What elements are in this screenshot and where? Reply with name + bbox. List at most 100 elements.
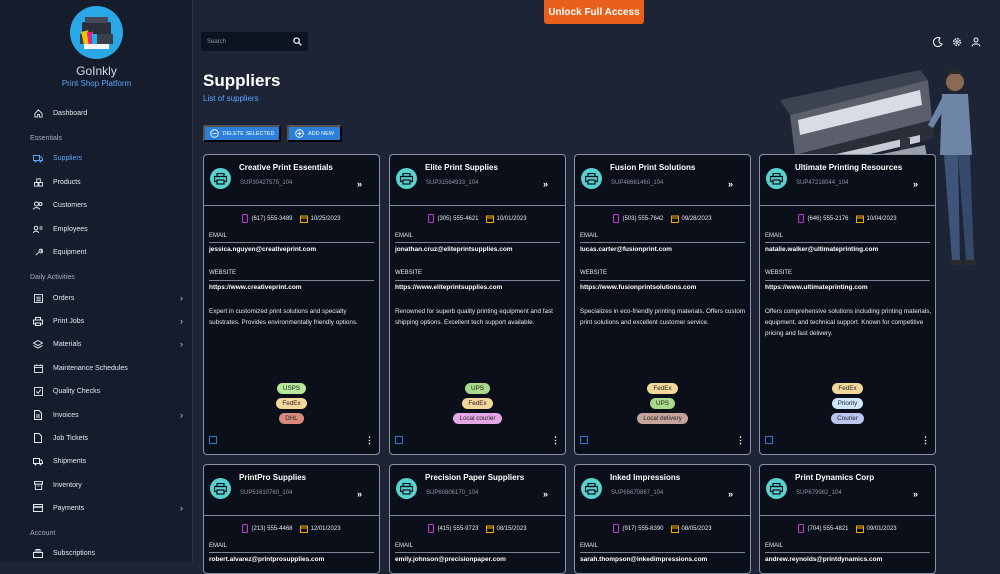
supplier-phone: (704) 555-4821 (807, 525, 849, 532)
calendar-icon (855, 215, 864, 223)
sidebar-item-job-tickets[interactable]: Job Tickets (33, 429, 183, 447)
supplier-website[interactable]: https://www.creativeprint.com (209, 284, 302, 291)
sidebar-item-orders[interactable]: Orders › (33, 289, 183, 307)
double-chevron-right-icon[interactable]: » (913, 489, 918, 499)
sidebar-item-invoices[interactable]: Invoices › (33, 406, 183, 424)
supplier-code: SUP51610760_104 (240, 490, 293, 496)
divider (209, 242, 374, 243)
sidebar-item-suppliers[interactable]: Suppliers (33, 149, 183, 167)
contact-row: (646) 555-2176 10/04/2023 (760, 214, 935, 223)
section-title: Essentials (30, 135, 62, 142)
divider (575, 515, 750, 516)
printer-logo (70, 6, 123, 59)
supplier-card[interactable]: Inked Impressions SUP65670867_104 » (917) 5… (574, 464, 751, 574)
printer-avatar-icon (581, 168, 602, 189)
select-checkbox[interactable] (765, 436, 773, 444)
sidebar-item-subscriptions[interactable]: Subscriptions (33, 544, 183, 562)
phone-icon (428, 214, 435, 223)
shipping-tag: FedEx (276, 398, 307, 409)
supplier-card[interactable]: Creative Print Essentials SUP30427575_104… (203, 154, 380, 455)
divider (204, 205, 379, 206)
sidebar-item-label: Invoices (53, 411, 79, 419)
sidebar-item-inventory[interactable]: Inventory (33, 476, 183, 494)
email-label: EMAIL (765, 233, 784, 239)
add-new-button[interactable]: ADD NEW (287, 125, 342, 142)
supplier-card[interactable]: Ultimate Printing Resources SUP47218044_1… (759, 154, 936, 455)
printer-avatar-icon (396, 168, 417, 189)
more-vertical-icon[interactable]: ⋮ (551, 435, 560, 446)
phone-icon (613, 214, 620, 223)
card-icon (33, 503, 43, 513)
select-checkbox[interactable] (395, 436, 403, 444)
more-vertical-icon[interactable]: ⋮ (736, 435, 745, 446)
supplier-description: Offers comprehensive solutions including… (765, 308, 932, 337)
sidebar-item-customers[interactable]: Customers (33, 196, 183, 214)
more-vertical-icon[interactable]: ⋮ (365, 435, 374, 446)
shipping-tag: Local courier (453, 413, 502, 424)
select-checkbox[interactable] (580, 436, 588, 444)
contact-row: (503) 555-7642 09/28/2023 (575, 214, 750, 223)
divider (765, 242, 930, 243)
user-icon[interactable] (970, 36, 982, 48)
supplier-website[interactable]: https://www.ultimateprinting.com (765, 284, 868, 291)
supplier-website[interactable]: https://www.fusionprintsolutions.com (580, 284, 696, 291)
supplier-card[interactable]: Precision Paper Suppliers SUP60806170_104… (389, 464, 566, 574)
add-new-label: ADD NEW (308, 130, 334, 137)
double-chevron-right-icon[interactable]: » (357, 179, 362, 189)
sidebar-item-print-jobs[interactable]: Print Jobs › (33, 312, 183, 330)
supplier-card[interactable]: PrintPro Supplies SUP51610760_104 » (213) 5… (203, 464, 380, 574)
divider (760, 515, 935, 516)
unlock-full-access-button[interactable]: Unlock Full Access (544, 0, 644, 24)
supplier-code: SUP60806170_104 (426, 490, 479, 496)
printer-icon (33, 316, 43, 326)
double-chevron-right-icon[interactable]: » (728, 179, 733, 189)
shipping-tags: USPS FedEx DHL (204, 383, 379, 424)
supplier-card[interactable]: Elite Print Supplies SUP31564933_104 » (305… (389, 154, 566, 455)
shipping-tags: FedEx Priority Courier (760, 383, 935, 424)
sidebar-item-maintenance-schedules[interactable]: Maintenance Schedules (33, 359, 183, 377)
double-chevron-right-icon[interactable]: » (913, 179, 918, 189)
supplier-website[interactable]: https://www.eliteprintsupplies.com (395, 284, 502, 291)
sidebar-item-employees[interactable]: Employees (33, 220, 183, 238)
supplier-card[interactable]: Print Dynamics Corp SUP679982_104 » (704) 5… (759, 464, 936, 574)
delete-selected-button[interactable]: DELETE SELECTED (203, 125, 281, 142)
shipping-tag: FedEx (462, 398, 493, 409)
stack-icon (33, 548, 43, 558)
sidebar-item-products[interactable]: Products (33, 173, 183, 191)
sidebar-item-label: Inventory (53, 481, 82, 489)
supplier-card[interactable]: Fusion Print Solutions SUP46661460_104 » (5… (574, 154, 751, 455)
search-icon[interactable] (293, 37, 302, 46)
sidebar-item-label: Print Jobs (53, 317, 85, 325)
supplier-code: SUP30427575_104 (240, 180, 293, 186)
sidebar-item-label: Equipment (53, 248, 87, 256)
gear-icon[interactable] (951, 36, 963, 48)
app-name: GoInkly (76, 64, 117, 78)
contact-row: (704) 555-4821 09/01/2023 (760, 524, 935, 533)
supplier-name: Fusion Print Solutions (610, 163, 696, 172)
double-chevron-right-icon[interactable]: » (357, 489, 362, 499)
supplier-phone: (917) 555-8390 (622, 525, 664, 532)
sidebar-item-shipments[interactable]: Shipments (33, 452, 183, 470)
supplier-phone: (415) 555-9723 (437, 525, 479, 532)
sidebar-item-dashboard[interactable]: Dashboard (33, 104, 183, 122)
double-chevron-right-icon[interactable]: » (543, 489, 548, 499)
sidebar-item-payments[interactable]: Payments › (33, 499, 183, 517)
supplier-code: SUP46661460_104 (611, 180, 664, 186)
double-chevron-right-icon[interactable]: » (543, 179, 548, 189)
moon-icon[interactable] (932, 36, 944, 48)
sidebar-item-materials[interactable]: Materials › (33, 335, 183, 353)
sidebar-item-equipment[interactable]: Equipment (33, 243, 183, 261)
search-input[interactable]: Search (201, 32, 308, 51)
supplier-email: jonathan.cruz@eliteprintsupplies.com (395, 246, 513, 253)
calendar-icon (299, 525, 308, 533)
supplier-phone: (213) 555-4468 (251, 525, 293, 532)
contact-row: (305) 555-4621 10/01/2023 (390, 214, 565, 223)
supplier-name: Elite Print Supplies (425, 163, 498, 172)
sidebar-item-quality-checks[interactable]: Quality Checks (33, 382, 183, 400)
supplier-name: Print Dynamics Corp (795, 473, 875, 482)
select-checkbox[interactable] (209, 436, 217, 444)
double-chevron-right-icon[interactable]: » (728, 489, 733, 499)
printer-avatar-icon (581, 478, 602, 499)
shipping-tag: UPS (650, 398, 675, 409)
more-vertical-icon[interactable]: ⋮ (921, 435, 930, 446)
